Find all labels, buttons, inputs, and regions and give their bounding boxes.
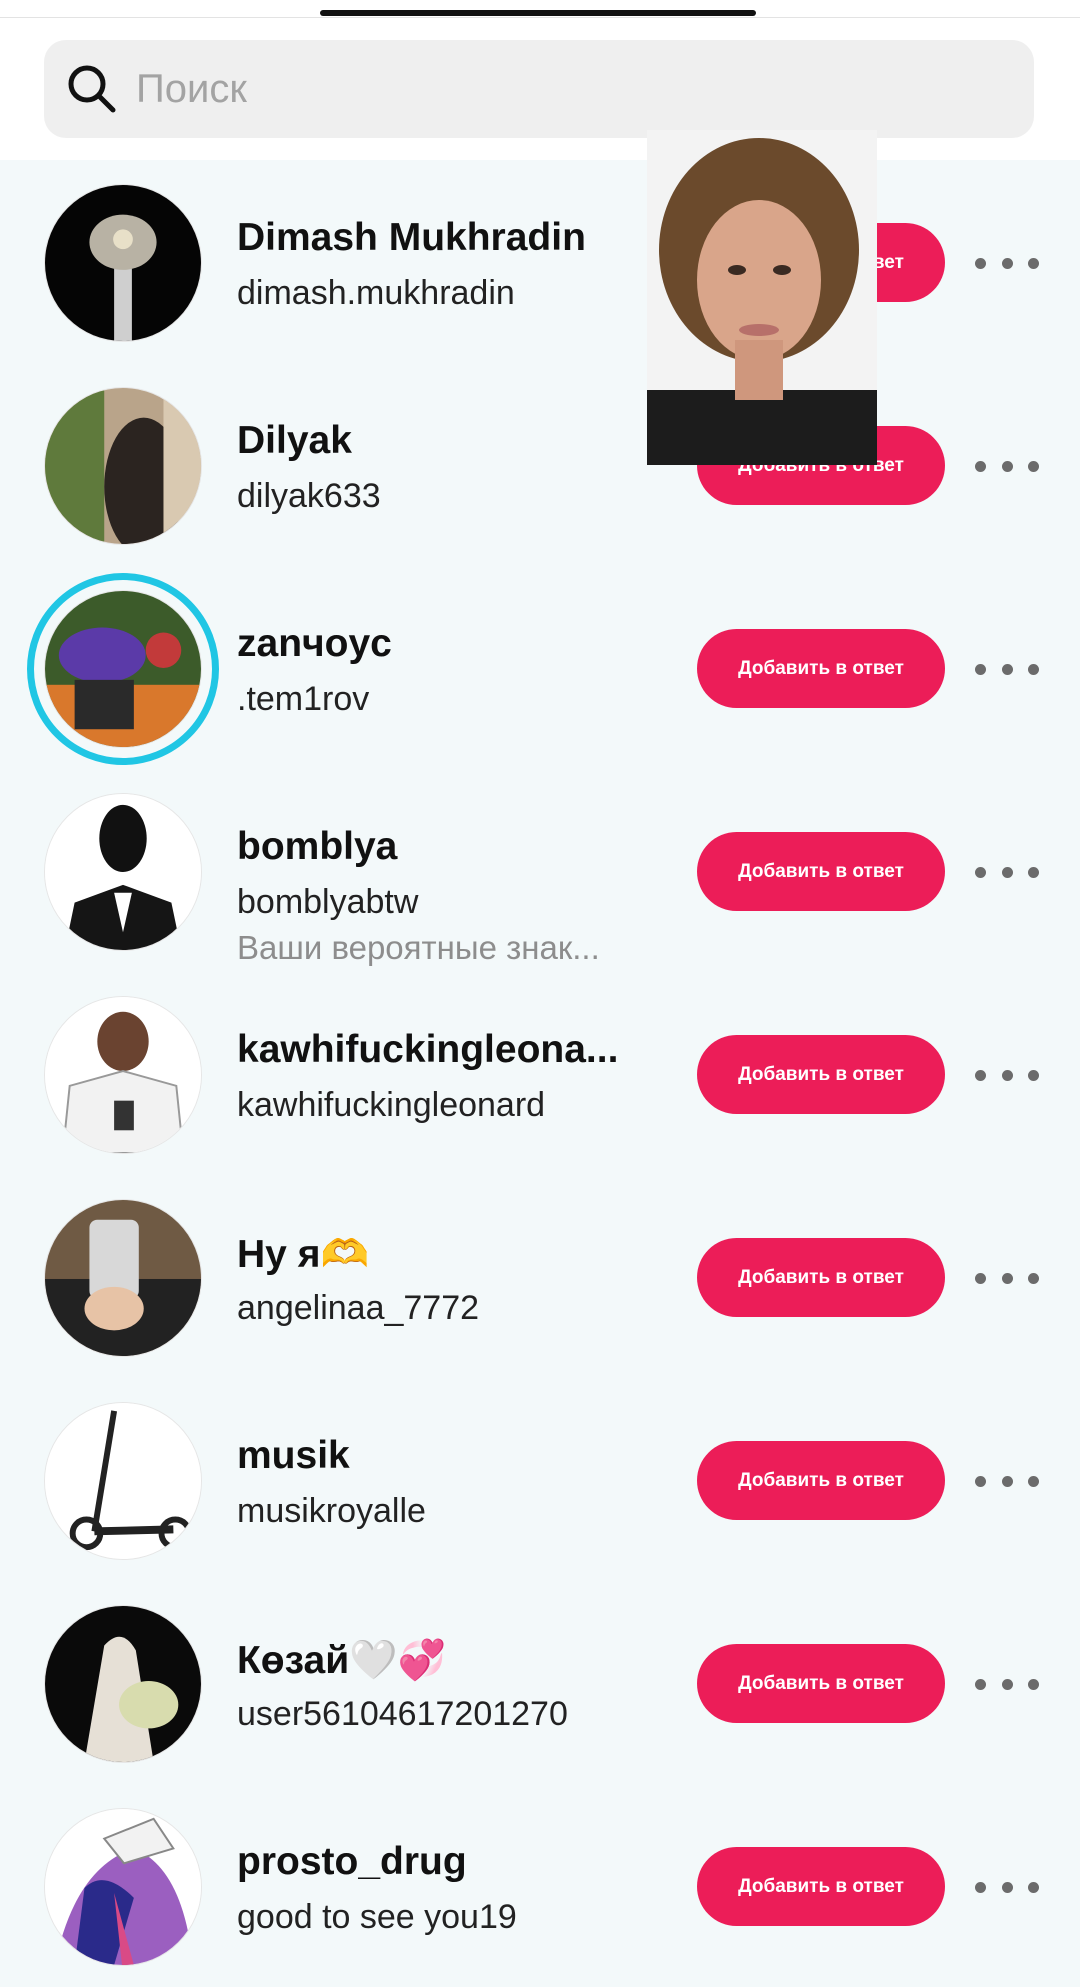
user-name: musik xyxy=(237,1434,350,1477)
more-options-icon[interactable] xyxy=(975,1867,1039,1907)
avatar[interactable] xyxy=(44,793,202,951)
more-options-icon[interactable] xyxy=(975,1461,1039,1501)
user-name: Ну я🫶 xyxy=(237,1233,370,1276)
user-name: bomblya xyxy=(237,825,398,868)
user-name: kawhifuckingleona... xyxy=(237,1028,619,1071)
search-input[interactable] xyxy=(134,65,998,113)
add-to-reply-button[interactable]: Добавить в ответ xyxy=(697,1644,945,1723)
more-options-icon[interactable] xyxy=(975,243,1039,283)
list-item[interactable]: Ну я🫶 angelinaa_7772 Добавить в ответ xyxy=(0,1175,1080,1378)
avatar[interactable] xyxy=(44,590,202,748)
list-item[interactable]: bomblya bomblyabtw Ваши вероятные знак..… xyxy=(0,769,1080,972)
user-handle: good to see you19 xyxy=(237,1898,517,1936)
list-item[interactable]: kawhifuckingleona... kawhifuckingleonard… xyxy=(0,972,1080,1175)
avatar[interactable] xyxy=(44,996,202,1154)
search-icon xyxy=(68,65,116,113)
user-name: prosto_drug xyxy=(237,1840,467,1883)
avatar[interactable] xyxy=(44,1808,202,1966)
user-name: zanчoyc xyxy=(237,622,392,665)
more-options-icon[interactable] xyxy=(975,852,1039,892)
user-handle: angelinaa_7772 xyxy=(237,1289,480,1327)
user-handle: .tem1rov xyxy=(237,680,370,718)
more-options-icon[interactable] xyxy=(975,649,1039,689)
add-to-reply-button[interactable]: Добавить в ответ xyxy=(697,1847,945,1926)
user-name: Көзай🤍💞 xyxy=(237,1639,447,1682)
sheet-drag-handle[interactable] xyxy=(320,10,756,16)
user-name: Dilyak xyxy=(237,419,352,462)
add-to-reply-button[interactable]: Добавить в ответ xyxy=(697,832,945,911)
avatar[interactable] xyxy=(44,1402,202,1560)
add-to-reply-button[interactable]: Добавить в ответ xyxy=(697,1238,945,1317)
top-divider xyxy=(0,17,1080,18)
add-to-reply-button[interactable]: Добавить в ответ xyxy=(697,629,945,708)
video-overlay[interactable] xyxy=(647,130,877,465)
user-handle: user56104617201270 xyxy=(237,1695,568,1733)
user-handle: bomblyabtw xyxy=(237,883,419,921)
list-item[interactable]: zanчoyc .tem1rov Добавить в ответ xyxy=(0,566,1080,769)
user-handle: dimash.mukhradin xyxy=(237,274,515,312)
list-item[interactable]: musik musikroyalle Добавить в ответ xyxy=(0,1378,1080,1581)
avatar[interactable] xyxy=(44,184,202,342)
user-handle: musikroyalle xyxy=(237,1492,426,1530)
more-options-icon[interactable] xyxy=(975,446,1039,486)
more-options-icon[interactable] xyxy=(975,1055,1039,1095)
user-handle: kawhifuckingleonard xyxy=(237,1086,546,1124)
add-to-reply-button[interactable]: Добавить в ответ xyxy=(697,1441,945,1520)
header-area xyxy=(0,0,1080,160)
avatar[interactable] xyxy=(44,1605,202,1763)
user-name: Dimash Mukhradin xyxy=(237,216,586,259)
search-bar[interactable] xyxy=(44,40,1034,138)
more-options-icon[interactable] xyxy=(975,1258,1039,1298)
add-to-reply-button[interactable]: Добавить в ответ xyxy=(697,1035,945,1114)
list-item[interactable]: Көзай🤍💞 user56104617201270 Добавить в от… xyxy=(0,1581,1080,1784)
list-item[interactable]: Dimash Mukhradin dimash.mukhradin Добави… xyxy=(0,160,1080,363)
more-options-icon[interactable] xyxy=(975,1664,1039,1704)
user-subtitle: Ваши вероятные знак... xyxy=(237,929,600,966)
list-item[interactable]: Dilyak dilyak633 Добавить в ответ xyxy=(0,363,1080,566)
avatar[interactable] xyxy=(44,387,202,545)
list-item[interactable]: prosto_drug good to see you19 Добавить в… xyxy=(0,1784,1080,1987)
user-handle: dilyak633 xyxy=(237,477,381,515)
avatar[interactable] xyxy=(44,1199,202,1357)
